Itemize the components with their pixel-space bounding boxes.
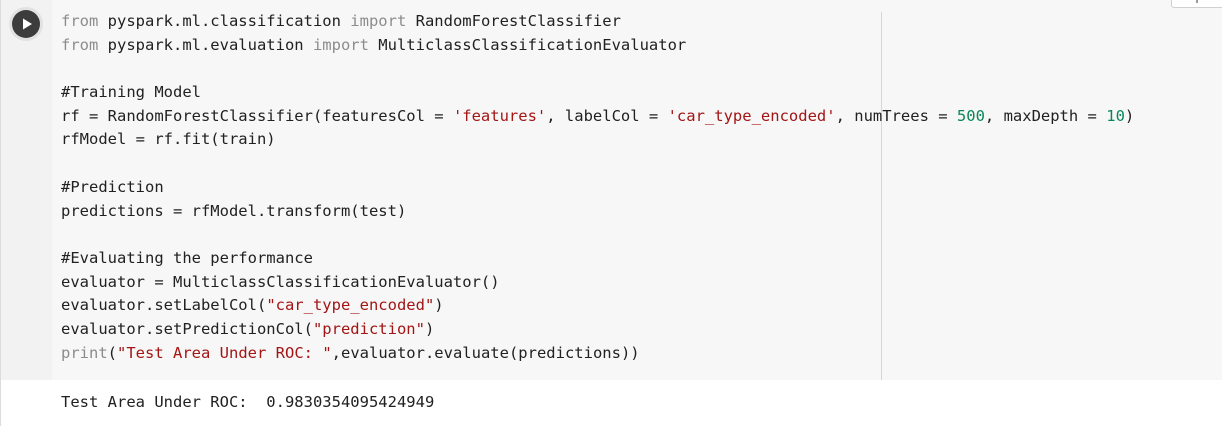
code-line[interactable]: from pyspark.ml.evaluation import Multic… — [61, 34, 1211, 58]
code-line[interactable]: predictions = rfModel.transform(test) — [61, 200, 1211, 224]
code-token: RandomForestClassifier — [406, 12, 621, 30]
code-token: ) — [424, 319, 435, 338]
run-cell-button[interactable] — [12, 10, 40, 38]
code-text[interactable]: from pyspark.ml.classification import Ra… — [61, 10, 1211, 365]
code-token: import — [350, 12, 407, 30]
code-token: #Evaluating the performance — [61, 248, 313, 267]
code-token: rfModel = rf.fit(train) — [61, 130, 276, 149]
cell-gutter — [1, 0, 52, 380]
code-token: predictions = rfModel.transform(test) — [61, 201, 407, 220]
code-token: "Test Area Under ROC: " — [117, 343, 332, 362]
code-line[interactable]: evaluator.setPredictionCol("prediction") — [61, 318, 1211, 342]
code-token: #Prediction — [61, 177, 164, 196]
code-token: evaluator.setPredictionCol( — [61, 319, 313, 338]
code-line[interactable]: #Training Model — [61, 81, 1211, 105]
code-token: from — [61, 35, 99, 54]
code-token: ) — [1124, 106, 1135, 125]
code-line[interactable] — [61, 57, 1211, 81]
code-line[interactable]: #Evaluating the performance — [61, 247, 1211, 271]
code-token: ( — [107, 343, 118, 362]
code-token: from — [61, 12, 99, 30]
code-token: , labelCol = — [546, 106, 668, 125]
code-line[interactable] — [61, 152, 1211, 176]
code-token: MulticlassClassificationEvaluator — [368, 35, 687, 54]
code-token: 10 — [1106, 106, 1125, 125]
code-token: #Training Model — [61, 83, 201, 102]
cell-toolbar-stub[interactable] — [1171, 0, 1222, 8]
code-token: pyspark.ml.classification — [98, 12, 351, 30]
code-line[interactable]: evaluator.setLabelCol("car_type_encoded"… — [61, 294, 1211, 318]
play-icon — [23, 18, 32, 30]
code-token: ) — [434, 296, 444, 315]
code-line[interactable]: print("Test Area Under ROC: ",evaluator.… — [61, 342, 1211, 366]
output-text: Test Area Under ROC: 0.9830354095424949 — [61, 393, 435, 411]
code-token: , numTrees = — [835, 106, 957, 125]
code-token: , maxDepth = — [984, 106, 1107, 125]
code-token: rf = RandomForestClassifier(featuresCol … — [61, 106, 453, 125]
code-token: print — [61, 343, 108, 362]
code-line[interactable] — [61, 223, 1211, 247]
code-token: 500 — [956, 106, 985, 125]
code-line[interactable]: from pyspark.ml.classification import Ra… — [61, 10, 1211, 34]
code-token: "prediction" — [312, 319, 425, 338]
code-token: ,evaluator.evaluate(predictions)) — [331, 343, 640, 362]
code-line[interactable]: #Prediction — [61, 176, 1211, 200]
code-line[interactable]: rf = RandomForestClassifier(featuresCol … — [61, 105, 1211, 129]
cell-output: Test Area Under ROC: 0.9830354095424949 — [1, 380, 1222, 426]
notebook-cell: from pyspark.ml.classification import Ra… — [0, 0, 1222, 426]
code-token: 'features' — [452, 106, 547, 125]
code-line[interactable]: rfModel = rf.fit(train) — [61, 128, 1211, 152]
code-token: evaluator.setLabelCol( — [61, 296, 267, 315]
code-token: "car_type_encoded" — [266, 296, 435, 315]
code-token: evaluator = MulticlassClassificationEval… — [61, 272, 500, 291]
code-token: import — [312, 35, 369, 54]
code-token: pyspark.ml.evaluation — [98, 35, 313, 54]
code-line[interactable]: evaluator = MulticlassClassificationEval… — [61, 271, 1211, 295]
code-token: 'car_type_encoded' — [667, 106, 836, 125]
